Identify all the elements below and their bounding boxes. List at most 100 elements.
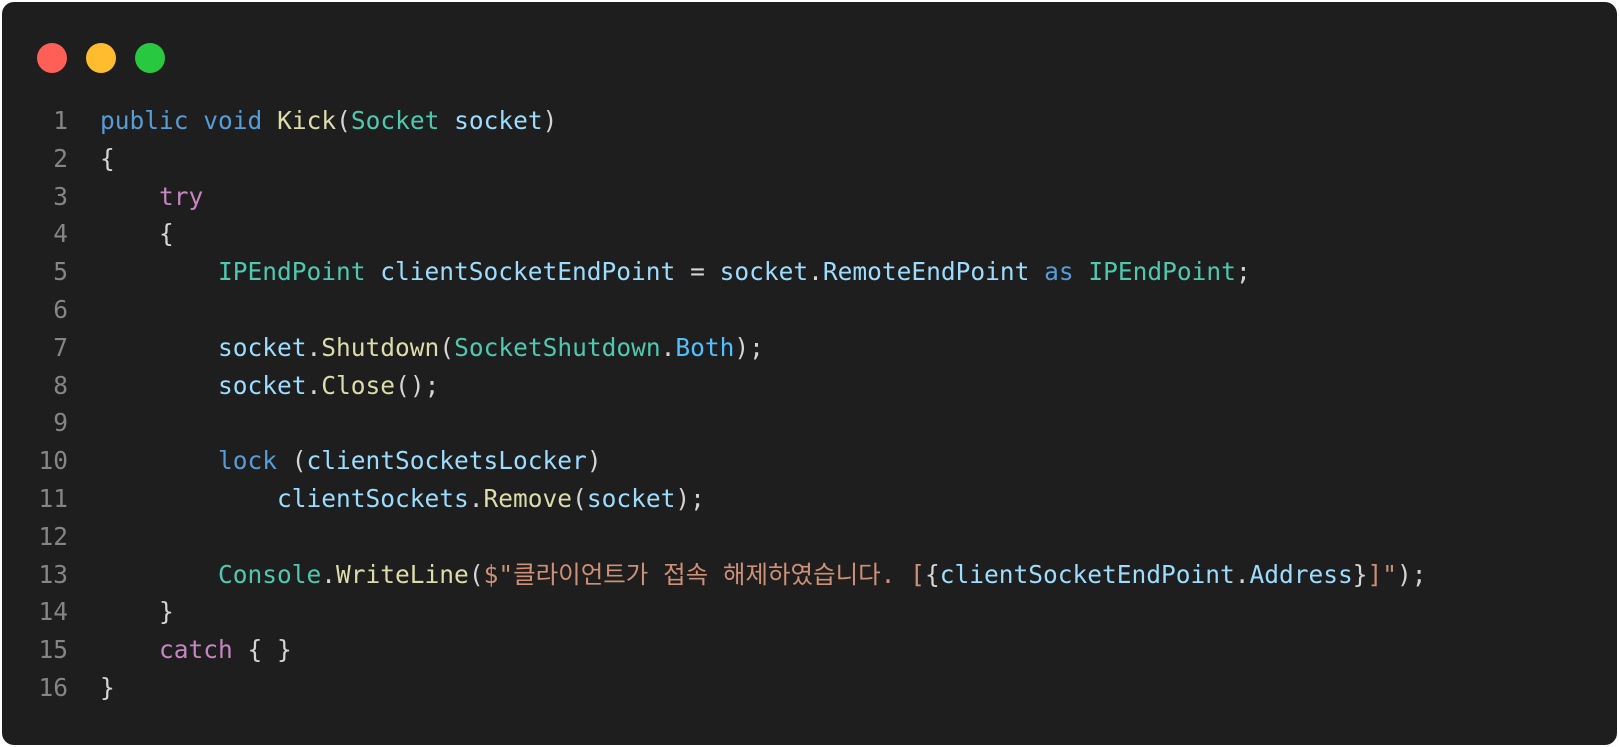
- code-text: lock (clientSocketsLocker): [68, 442, 602, 480]
- line-number: 13: [38, 559, 68, 589]
- line-number: 3: [53, 181, 68, 211]
- code-token: public: [100, 106, 189, 135]
- code-block: 1 public void Kick(Socket socket) 2{3 try 4…: [2, 102, 1617, 707]
- code-token: clientSocketEndPoint: [939, 559, 1235, 589]
- code-token: WriteLine: [336, 559, 469, 589]
- code-line: 15 catch { }: [2, 631, 1617, 669]
- minimize-window-dot-icon[interactable]: [86, 43, 116, 73]
- code-token: Kick: [277, 106, 337, 135]
- code-token: Close: [321, 370, 396, 400]
- code-token: clientSocketsLocker: [306, 446, 587, 476]
- line-number: 15: [38, 635, 68, 665]
- code-line: 3 try: [2, 178, 1617, 216]
- maximize-window-dot-icon[interactable]: [135, 43, 165, 73]
- code-line: 2{: [2, 140, 1617, 178]
- code-token: .: [808, 257, 823, 287]
- code-token: socket: [454, 106, 543, 135]
- line-number: 5: [53, 257, 68, 287]
- line-number: 12: [38, 521, 68, 551]
- line-number: 9: [53, 408, 68, 438]
- code-text: try: [68, 178, 203, 216]
- code-line: 5 IPEndPoint clientSocketEndPoint = sock…: [2, 253, 1617, 291]
- code-token: Remove: [483, 483, 573, 513]
- line-number: 7: [53, 332, 68, 362]
- code-text: socket.Shutdown(SocketShutdown.Both);: [68, 329, 764, 367]
- code-token: socket: [218, 370, 307, 400]
- close-window-dot-icon[interactable]: [37, 43, 67, 73]
- code-token: .: [306, 370, 322, 400]
- code-text: public void Kick(Socket socket): [68, 102, 557, 140]
- line-number: 8: [53, 370, 68, 400]
- code-line: 11 clientSockets.Remove(socket);: [2, 480, 1617, 518]
- code-token: );: [1397, 559, 1427, 589]
- code-token: Socket: [350, 106, 440, 135]
- code-token: .: [468, 483, 484, 513]
- code-window: 1 public void Kick(Socket socket) 2{3 try 4…: [2, 2, 1617, 745]
- code-token: .: [306, 332, 322, 362]
- code-token: lock: [218, 446, 278, 476]
- code-line: 16}: [2, 669, 1617, 707]
- code-text: clientSockets.Remove(socket);: [68, 480, 705, 518]
- code-token: Address: [1249, 559, 1353, 589]
- code-text: }: [68, 593, 174, 631]
- code-token: (: [572, 483, 587, 513]
- line-number: 16: [38, 672, 68, 702]
- code-text: Console.WriteLine($"클라이언트가 접속 해제하였습니다. […: [68, 556, 1427, 594]
- code-line: 4 {: [2, 215, 1617, 253]
- code-token: (: [468, 559, 484, 589]
- code-line: 1 public void Kick(Socket socket): [2, 102, 1617, 140]
- code-token: IPEndPoint: [1088, 257, 1236, 287]
- code-text: {: [68, 140, 115, 178]
- code-token: as: [1044, 257, 1074, 287]
- line-number: 2: [53, 143, 68, 173]
- line-number: 1: [53, 106, 68, 135]
- code-token: {: [100, 219, 174, 249]
- code-text: {: [68, 215, 174, 253]
- code-text: IPEndPoint clientSocketEndPoint = socket…: [68, 253, 1251, 291]
- code-token: $"클라이언트가 접속 해제하였습니다. [: [483, 559, 925, 589]
- code-line: 8 socket.Close();: [2, 367, 1617, 405]
- line-number: 6: [53, 294, 68, 324]
- code-token: catch: [159, 635, 233, 665]
- code-token: }: [100, 672, 115, 702]
- code-token: Both: [675, 332, 735, 362]
- code-text: }: [68, 669, 115, 707]
- code-token: .: [321, 559, 337, 589]
- line-number: 10: [38, 446, 68, 476]
- code-token: clientSocketEndPoint: [380, 257, 676, 287]
- code-token: socket: [719, 257, 809, 287]
- code-token: );: [734, 332, 764, 362]
- code-line: 10 lock (clientSocketsLocker): [2, 442, 1617, 480]
- code-token: {: [100, 143, 115, 173]
- code-token: ): [542, 106, 558, 135]
- code-line: 13 Console.WriteLine($"클라이언트가 접속 해제하였습니다…: [2, 556, 1617, 594]
- code-token: {: [924, 559, 940, 589]
- code-line: 7 socket.Shutdown(SocketShutdown.Both);: [2, 329, 1617, 367]
- code-token: (: [336, 106, 351, 135]
- code-token: { }: [232, 635, 292, 665]
- code-token: .: [660, 332, 676, 362]
- code-token: clientSockets: [277, 483, 469, 513]
- code-line: 6: [2, 291, 1617, 329]
- line-number: 11: [38, 483, 68, 513]
- line-number: 14: [38, 597, 68, 627]
- code-line: 14 }: [2, 593, 1617, 631]
- code-token: );: [675, 483, 705, 513]
- code-token: Shutdown: [321, 332, 440, 362]
- code-token: SocketShutdown: [454, 332, 661, 362]
- code-token: =: [675, 257, 720, 287]
- code-token: socket: [586, 483, 676, 513]
